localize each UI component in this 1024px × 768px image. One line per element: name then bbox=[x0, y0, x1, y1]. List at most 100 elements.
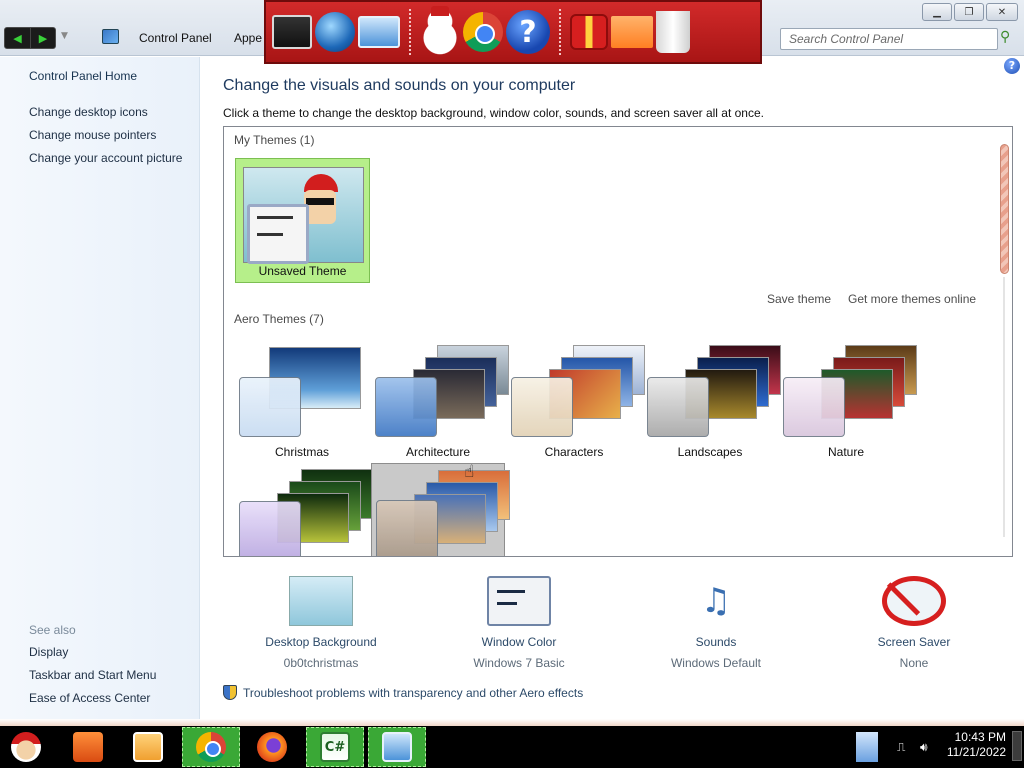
taskbar-start-menu-link[interactable]: Taskbar and Start Menu bbox=[29, 668, 156, 682]
window-preview-icon bbox=[239, 377, 301, 437]
theme-sixth[interactable] bbox=[235, 465, 373, 556]
shield-icon bbox=[223, 685, 237, 700]
minimize-button[interactable]: ▁ bbox=[922, 3, 952, 21]
start-button[interactable] bbox=[4, 727, 48, 767]
sounds-icon: ♫ bbox=[700, 581, 732, 621]
theme-list-scrollbar[interactable] bbox=[995, 127, 1012, 556]
my-themes-header: My Themes (1) bbox=[234, 133, 315, 147]
window-preview-icon bbox=[376, 500, 438, 556]
help-icon[interactable]: ? bbox=[506, 10, 550, 54]
chrome-icon bbox=[196, 732, 226, 762]
window-bottom-edge bbox=[0, 719, 1024, 726]
window-color-icon bbox=[487, 576, 551, 626]
window-preview-icon bbox=[375, 377, 437, 437]
control-panel-home-link[interactable]: Control Panel Home bbox=[29, 69, 137, 83]
theme-landscapes[interactable]: Landscapes bbox=[643, 341, 781, 461]
theme-label: Landscapes bbox=[677, 445, 743, 459]
desktop-background-setting[interactable]: Desktop Background 0b0tchristmas bbox=[251, 576, 391, 670]
taskbar-csharp[interactable]: C# bbox=[306, 727, 364, 767]
gift-icon[interactable] bbox=[570, 14, 608, 50]
theme-nature[interactable]: Nature bbox=[779, 341, 917, 461]
media-player-icon bbox=[133, 732, 163, 762]
theme-unsaved[interactable]: Unsaved Theme bbox=[235, 158, 370, 283]
search-icon[interactable]: ⚲ bbox=[1000, 29, 1010, 45]
globe-icon[interactable] bbox=[315, 12, 355, 52]
breadcrumb-appearance[interactable]: Appe bbox=[234, 31, 262, 45]
search-box[interactable] bbox=[780, 28, 998, 50]
ease-of-access-link[interactable]: Ease of Access Center bbox=[29, 691, 150, 705]
search-input[interactable] bbox=[789, 32, 979, 46]
control-panel-icon bbox=[102, 29, 119, 44]
folder-icon[interactable] bbox=[611, 16, 653, 48]
change-account-picture-link[interactable]: Change your account picture bbox=[29, 151, 182, 165]
show-desktop-button[interactable] bbox=[1012, 731, 1022, 761]
theme-seventh-selected[interactable] bbox=[371, 463, 510, 556]
forward-arrow-icon: ▶ bbox=[38, 31, 48, 45]
window-color-setting[interactable]: Window Color Windows 7 Basic bbox=[449, 576, 589, 670]
troubleshoot-link[interactable]: Troubleshoot problems with transparency … bbox=[223, 685, 583, 700]
theme-label: Characters bbox=[544, 445, 604, 459]
control-panel-icon bbox=[382, 732, 412, 762]
theme-architecture[interactable]: Architecture bbox=[371, 341, 509, 461]
recent-pages-dropdown-icon[interactable]: ▼ bbox=[61, 31, 68, 41]
theme-christmas[interactable]: Christmas bbox=[235, 341, 369, 461]
see-also-label: See also bbox=[29, 623, 76, 637]
page-subtitle: Click a theme to change the desktop back… bbox=[223, 106, 764, 120]
folder-icon bbox=[73, 732, 103, 762]
setting-value: Windows 7 Basic bbox=[473, 656, 565, 670]
theme-characters[interactable]: Characters bbox=[507, 341, 645, 461]
window-preview-icon bbox=[247, 204, 309, 264]
screen-saver-icon bbox=[882, 576, 946, 626]
snowman-icon[interactable] bbox=[420, 6, 460, 56]
scrollbar-thumb[interactable] bbox=[1000, 144, 1009, 274]
close-button[interactable]: ✕ bbox=[986, 3, 1018, 21]
troubleshoot-label: Troubleshoot problems with transparency … bbox=[243, 685, 584, 700]
taskbar-file-manager[interactable] bbox=[68, 727, 108, 767]
taskbar-firefox[interactable] bbox=[252, 727, 292, 767]
taskbar-chrome[interactable] bbox=[182, 727, 240, 767]
hand-cursor-icon: ☝ bbox=[464, 462, 475, 482]
window-preview-icon bbox=[511, 377, 573, 437]
screen-saver-setting[interactable]: Screen Saver None bbox=[844, 576, 984, 670]
clock-date: 11/21/2022 bbox=[946, 745, 1006, 759]
dock-separator bbox=[409, 9, 411, 55]
dock-separator bbox=[559, 9, 561, 55]
theme-label: Nature bbox=[827, 445, 865, 459]
volume-icon[interactable]: 🔊︎ bbox=[920, 727, 928, 767]
desktop-background-icon bbox=[289, 576, 353, 626]
window-preview-icon bbox=[239, 501, 301, 556]
display-link[interactable]: Display bbox=[29, 645, 68, 659]
sounds-setting[interactable]: ♫ Sounds Windows Default bbox=[646, 576, 786, 670]
change-desktop-icons-link[interactable]: Change desktop icons bbox=[29, 105, 148, 119]
setting-name: Window Color bbox=[481, 635, 557, 649]
forward-button[interactable]: ▶ bbox=[30, 28, 55, 48]
theme-label: Christmas bbox=[274, 445, 329, 459]
csharp-icon: C# bbox=[320, 732, 350, 762]
clock[interactable]: 10:43 PM 11/21/2022 bbox=[944, 730, 1006, 760]
chrome-icon[interactable] bbox=[463, 12, 503, 52]
help-icon[interactable]: ? bbox=[1004, 58, 1020, 74]
restore-button[interactable]: ❐ bbox=[954, 3, 984, 21]
theme-thumbnail bbox=[243, 167, 364, 264]
close-icon: ✕ bbox=[997, 6, 1007, 18]
network-icon[interactable]: ⎍ bbox=[897, 727, 905, 767]
get-more-themes-link[interactable]: Get more themes online bbox=[848, 292, 976, 306]
setting-value: None bbox=[899, 656, 929, 670]
setting-value: Windows Default bbox=[670, 656, 762, 670]
breadcrumb-control-panel[interactable]: Control Panel bbox=[139, 31, 212, 45]
theme-list[interactable]: My Themes (1) Unsaved Theme Save theme G… bbox=[223, 126, 1013, 557]
screen-icon[interactable] bbox=[358, 16, 400, 48]
change-mouse-pointers-link[interactable]: Change mouse pointers bbox=[29, 128, 156, 142]
setting-name: Screen Saver bbox=[877, 635, 951, 649]
taskbar-media-player[interactable] bbox=[128, 727, 168, 767]
save-theme-link[interactable]: Save theme bbox=[767, 292, 831, 306]
taskbar-control-panel[interactable] bbox=[368, 727, 426, 767]
recycle-bin-icon[interactable] bbox=[656, 11, 690, 53]
back-button[interactable]: ◀ bbox=[5, 28, 30, 48]
setting-name: Desktop Background bbox=[265, 635, 377, 649]
computer-icon[interactable] bbox=[272, 15, 312, 49]
aero-themes-header: Aero Themes (7) bbox=[234, 312, 324, 326]
notification-icon[interactable] bbox=[856, 732, 878, 762]
nav-buttons: ◀ ▶ bbox=[4, 27, 56, 49]
window-preview-icon bbox=[647, 377, 709, 437]
